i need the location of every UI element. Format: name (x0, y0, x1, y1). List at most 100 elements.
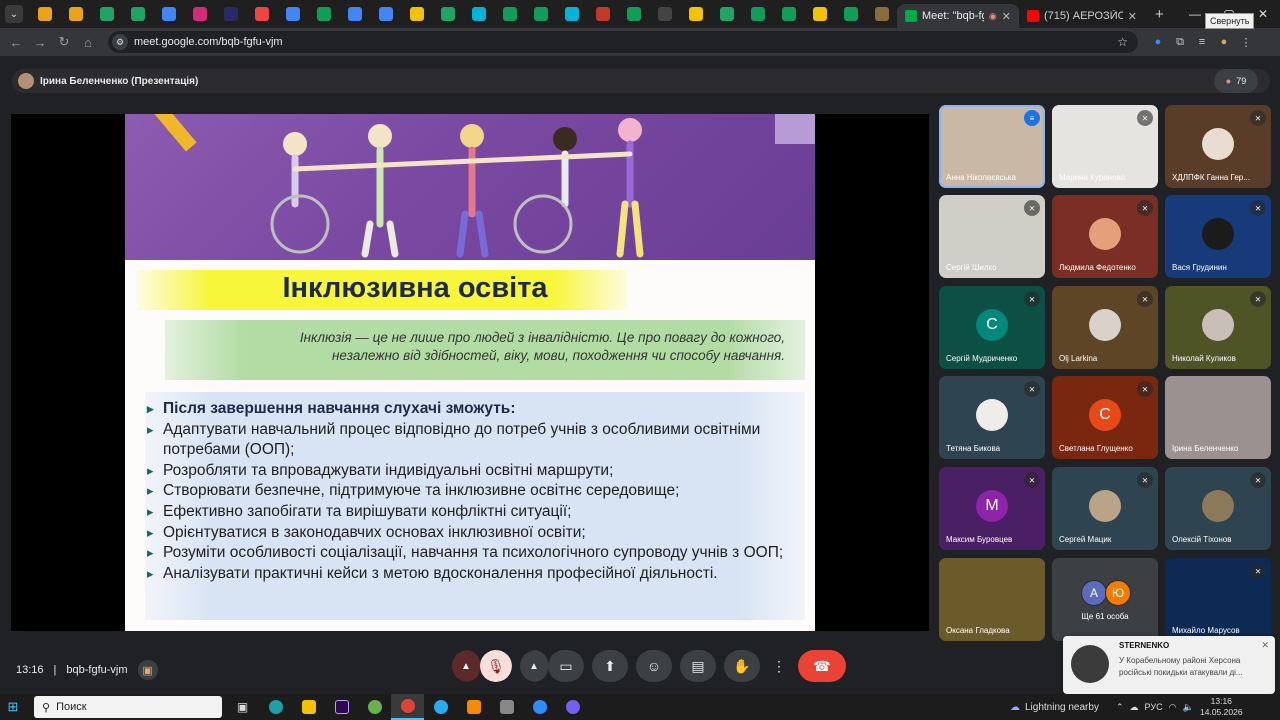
weather-widget[interactable]: ☁ Lightning nearby (1010, 694, 1099, 720)
participant-tile[interactable]: ХДЛПФК Ганна Гер... ⨯ (1165, 105, 1271, 188)
site-info-icon[interactable]: ⚙ (112, 34, 128, 50)
pinned-tab[interactable] (277, 0, 308, 28)
explorer-icon[interactable] (292, 694, 325, 720)
present-screen-icon[interactable]: ⬆ (592, 650, 628, 682)
media-icon[interactable]: ≡ (1194, 34, 1210, 50)
emoji-reaction-icon[interactable]: ☺ (636, 650, 672, 682)
windows-start-icon[interactable]: ⊞ (0, 699, 26, 715)
close-icon[interactable]: ✕ (1128, 10, 1137, 23)
pinned-tab[interactable] (463, 0, 494, 28)
chevron-up-icon[interactable]: ⌃ (1116, 702, 1124, 713)
pinned-tab[interactable] (215, 0, 246, 28)
pinned-tab[interactable] (432, 0, 463, 28)
new-tab-button[interactable]: + (1155, 6, 1164, 23)
telegram-icon[interactable] (424, 694, 457, 720)
notification-toast[interactable]: STERNENKO У Корабельному районі Херсона … (1063, 636, 1275, 694)
vlc-icon[interactable] (457, 694, 490, 720)
pinned-tab[interactable] (866, 0, 897, 28)
participant-tile[interactable]: С Сергій Мудриченко ⨯ (939, 286, 1045, 369)
reload-icon[interactable]: ↻ (52, 34, 76, 50)
participant-tile[interactable]: Тетяна Бикова ⨯ (939, 376, 1045, 459)
participant-tile[interactable]: Марина Куранова ⨯ (1052, 105, 1158, 188)
zoom-icon[interactable] (523, 694, 556, 720)
viber-icon[interactable] (556, 694, 589, 720)
participant-tile[interactable]: С Светлана Глущенко ⨯ (1052, 376, 1158, 459)
participant-tile[interactable]: Olj Larkina ⨯ (1052, 286, 1158, 369)
pinned-tab[interactable] (804, 0, 835, 28)
close-icon[interactable]: ✕ (1261, 640, 1269, 651)
premiere-icon[interactable] (325, 694, 358, 720)
back-icon[interactable]: ← (4, 35, 28, 50)
volume-icon[interactable]: 🔈 (1182, 702, 1193, 713)
pinned-tab[interactable] (587, 0, 618, 28)
participant-tile[interactable]: А Ю Ще 61 особа (1052, 558, 1158, 641)
close-icon[interactable]: ✕ (1002, 10, 1011, 23)
taskbar-clock[interactable]: 13:16 14.05.2026 (1200, 696, 1243, 718)
pinned-tab[interactable] (525, 0, 556, 28)
forward-icon[interactable]: → (28, 35, 52, 50)
extension-icon[interactable]: ● (1150, 34, 1166, 50)
pinned-tab[interactable] (401, 0, 432, 28)
pinned-tab[interactable] (835, 0, 866, 28)
people-count-button[interactable]: ● 79 (1214, 69, 1258, 93)
pinned-tab[interactable] (649, 0, 680, 28)
pinned-tab[interactable] (153, 0, 184, 28)
participant-tile[interactable]: Николай Куликов ⨯ (1165, 286, 1271, 369)
edge-icon[interactable] (259, 694, 292, 720)
pinned-tab[interactable] (618, 0, 649, 28)
pinned-tab[interactable] (60, 0, 91, 28)
pinned-tab[interactable] (370, 0, 401, 28)
pinned-tab[interactable] (184, 0, 215, 28)
profile-avatar-icon[interactable]: ● (1216, 34, 1232, 50)
participant-name: Сергій Мудриченко (946, 354, 1018, 363)
home-icon[interactable]: ⌂ (76, 35, 100, 50)
language-indicator[interactable]: РУС (1145, 702, 1163, 712)
wifi-icon[interactable]: ◠ (1169, 702, 1177, 713)
participant-tile[interactable]: Людмила Федотенко ⨯ (1052, 195, 1158, 278)
activities-icon[interactable]: ▣ (137, 660, 158, 680)
participant-tile[interactable]: Оксана Гладкова (939, 558, 1045, 641)
cloud-icon[interactable]: ☁ (1130, 702, 1139, 713)
pinned-tab[interactable] (122, 0, 153, 28)
participant-tile[interactable]: М Максим Буровцев ⨯ (939, 467, 1045, 550)
task-view-icon[interactable]: ▣ (226, 694, 259, 720)
camera-options-chevron-icon[interactable]: ▲ (520, 650, 548, 682)
pinned-tab[interactable] (246, 0, 277, 28)
pinned-tab[interactable] (742, 0, 773, 28)
participant-tile[interactable]: Олексій Тіхонов ⨯ (1165, 467, 1271, 550)
captions-icon[interactable]: ▤ (680, 650, 716, 682)
mic-off-icon[interactable]: 🎙 (480, 650, 512, 682)
tab-search-button[interactable]: ⌄ (5, 5, 23, 23)
pinned-tab[interactable] (680, 0, 711, 28)
pinned-tab[interactable] (91, 0, 122, 28)
pinned-tab[interactable] (556, 0, 587, 28)
pinned-tab[interactable] (308, 0, 339, 28)
utorrent-icon[interactable] (358, 694, 391, 720)
camera-icon[interactable]: ▭ (548, 650, 584, 682)
bookmark-star-icon[interactable]: ☆ (1117, 35, 1128, 49)
pinned-tab[interactable] (494, 0, 525, 28)
participant-tile[interactable]: Михайло Марусов ⨯ (1165, 558, 1271, 641)
tab-meet[interactable]: Meet: "bqb-fgfu- ◉ ✕ (897, 4, 1019, 28)
pinned-tab[interactable] (773, 0, 804, 28)
mic-options-chevron-icon[interactable]: ▲ (452, 650, 480, 682)
url-text[interactable]: meet.google.com/bqb-fgfu-vjm (134, 36, 1117, 48)
puzzle-icon[interactable]: ⧉ (1172, 34, 1188, 50)
pinned-tab[interactable] (711, 0, 742, 28)
participant-tile[interactable]: Ірина Беленченко (1165, 376, 1271, 459)
address-bar[interactable]: ⚙ meet.google.com/bqb-fgfu-vjm ☆ (108, 31, 1138, 53)
taskbar-search[interactable]: ⚲ Поиск (34, 696, 222, 718)
chrome-icon[interactable] (391, 694, 424, 720)
pinned-tab[interactable] (339, 0, 370, 28)
tab-youtube[interactable]: (715) АЕРОЗЙОМКА ✕ (1019, 4, 1145, 28)
participant-tile[interactable]: Сергей Мацик ⨯ (1052, 467, 1158, 550)
participant-tile[interactable]: Вася Грудинин ⨯ (1165, 195, 1271, 278)
menu-icon[interactable]: ⋮ (1238, 34, 1254, 50)
pinned-tab[interactable] (29, 0, 60, 28)
end-call-icon[interactable]: ☎ (798, 650, 846, 682)
photos-icon[interactable] (490, 694, 523, 720)
more-options-icon[interactable]: ⋮ (768, 650, 790, 682)
raise-hand-icon[interactable]: ✋ (724, 650, 760, 682)
participant-tile[interactable]: Сергій Шилко ⨯ (939, 195, 1045, 278)
participant-tile[interactable]: Анна Ніколаєвська ≡ (939, 105, 1045, 188)
